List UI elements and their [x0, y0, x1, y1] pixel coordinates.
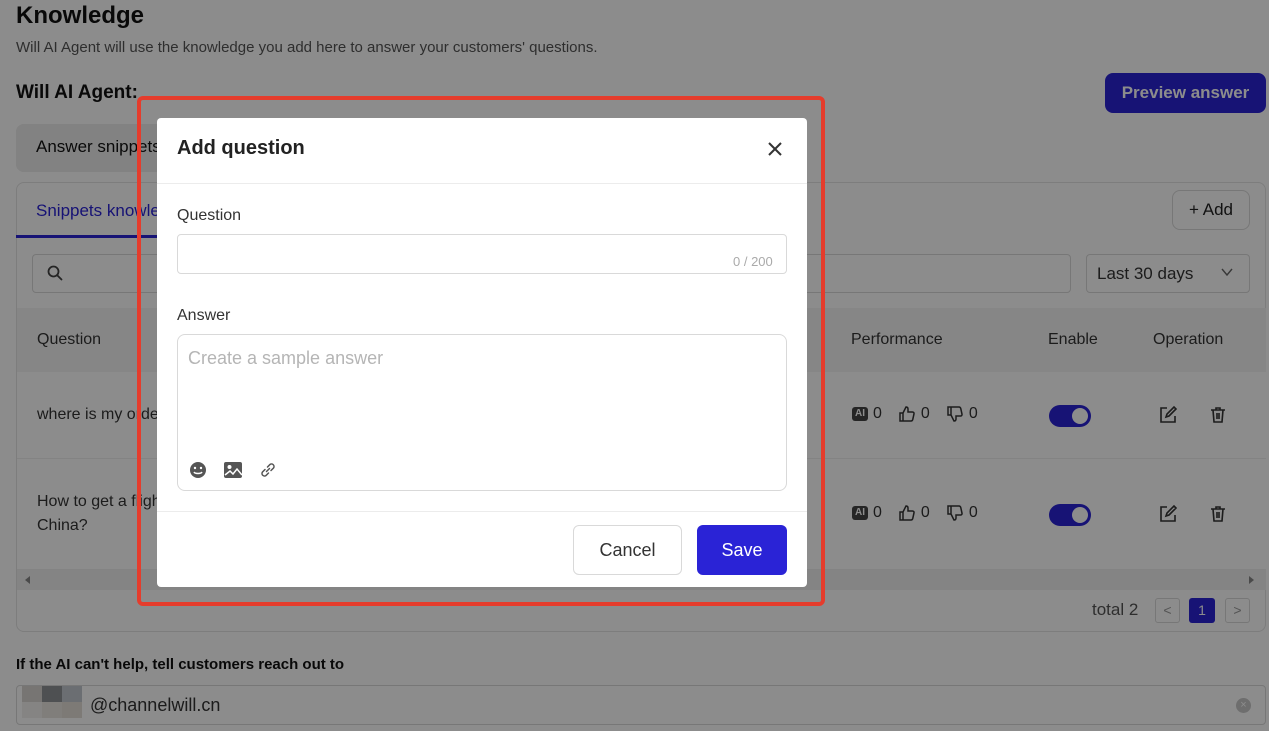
highlight-annotation	[137, 96, 825, 606]
